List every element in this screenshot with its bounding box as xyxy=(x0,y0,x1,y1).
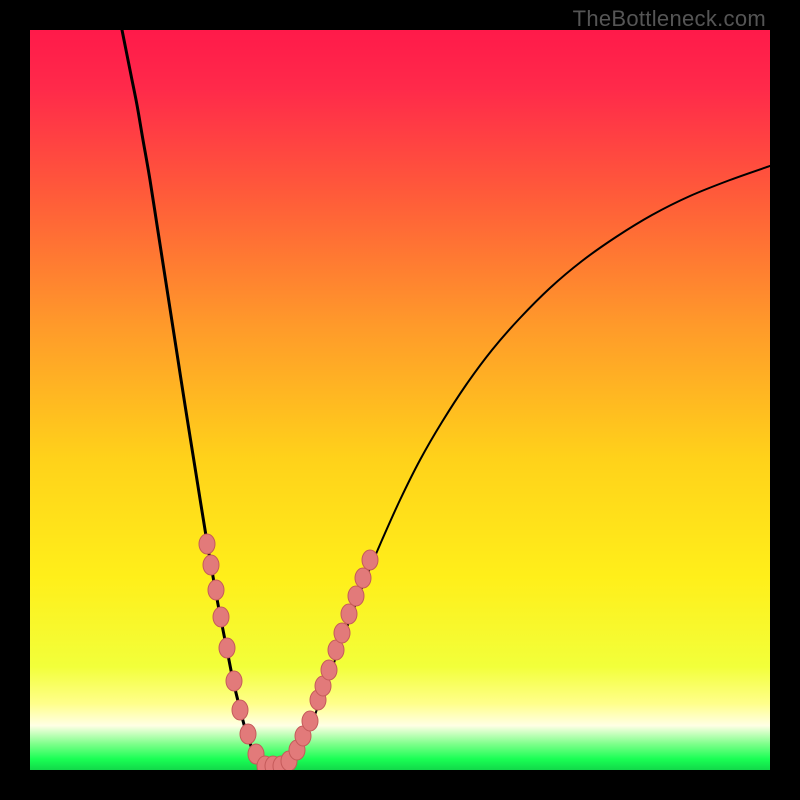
chart-svg xyxy=(30,30,770,770)
marker-left xyxy=(213,607,229,627)
marker-left xyxy=(240,724,256,744)
marker-right xyxy=(362,550,378,570)
marker-right xyxy=(355,568,371,588)
right-curve-line xyxy=(277,166,770,769)
plot-area xyxy=(30,30,770,770)
marker-right xyxy=(302,711,318,731)
marker-right xyxy=(334,623,350,643)
left-curve-line xyxy=(122,30,277,769)
marker-left xyxy=(208,580,224,600)
marker-right xyxy=(321,660,337,680)
marker-left xyxy=(226,671,242,691)
marker-left xyxy=(232,700,248,720)
data-markers-group xyxy=(199,534,378,770)
chart-outer-frame: TheBottleneck.com xyxy=(0,0,800,800)
marker-left xyxy=(199,534,215,554)
marker-left xyxy=(203,555,219,575)
watermark-text: TheBottleneck.com xyxy=(573,6,766,32)
marker-right xyxy=(341,604,357,624)
marker-left xyxy=(219,638,235,658)
marker-right xyxy=(348,586,364,606)
